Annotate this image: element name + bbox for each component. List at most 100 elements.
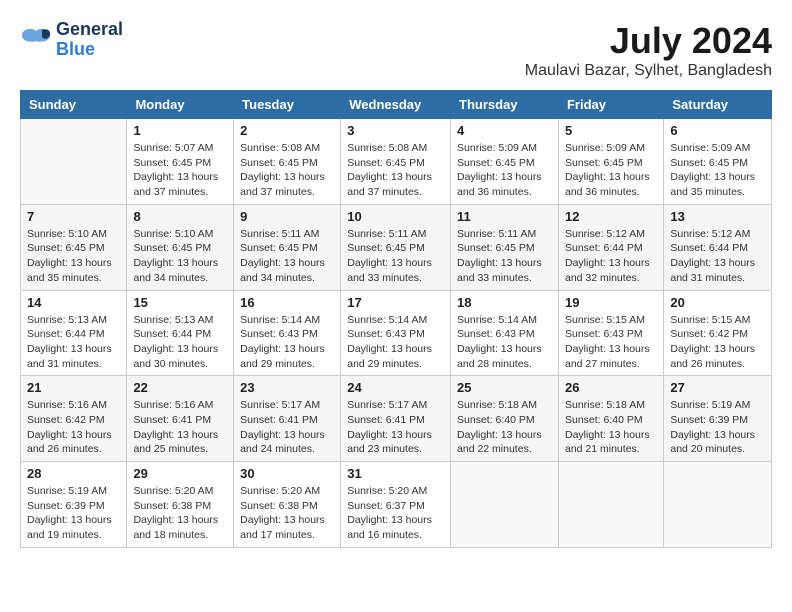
day-number: 31	[347, 466, 444, 481]
day-info: Sunrise: 5:18 AM Sunset: 6:40 PM Dayligh…	[565, 398, 657, 457]
calendar-cell: 13 Sunrise: 5:12 AM Sunset: 6:44 PM Dayli…	[664, 204, 772, 290]
calendar-cell: 29Sunrise: 5:20 AM Sunset: 6:38 PM Dayli…	[127, 462, 234, 548]
day-info: Sunrise: 5:09 AM Sunset: 6:45 PM Dayligh…	[457, 141, 552, 200]
day-info: Sunrise: 5:09 AM Sunset: 6:45 PM Dayligh…	[565, 141, 657, 200]
day-number: 7	[27, 209, 120, 224]
day-header-thursday: Thursday	[451, 91, 559, 119]
day-number: 17	[347, 295, 444, 310]
calendar-cell: 12Sunrise: 5:12 AM Sunset: 6:44 PM Dayli…	[558, 204, 663, 290]
calendar-table: SundayMondayTuesdayWednesdayThursdayFrid…	[20, 90, 772, 548]
week-row-4: 21Sunrise: 5:16 AM Sunset: 6:42 PM Dayli…	[21, 376, 772, 462]
day-info: Sunrise: 5:11 AM Sunset: 6:45 PM Dayligh…	[457, 227, 552, 286]
day-info: Sunrise: 5:13 AM Sunset: 6:44 PM Dayligh…	[133, 313, 227, 372]
day-number: 23	[240, 380, 334, 395]
day-info: Sunrise: 5:15 AM Sunset: 6:43 PM Dayligh…	[565, 313, 657, 372]
calendar-cell: 2 Sunrise: 5:08 AM Sunset: 6:45 PM Daylig…	[234, 119, 341, 205]
day-info: Sunrise: 5:11 AM Sunset: 6:45 PM Dayligh…	[347, 227, 444, 286]
week-row-3: 14 Sunrise: 5:13 AM Sunset: 6:44 PM Dayli…	[21, 290, 772, 376]
day-number: 16	[240, 295, 334, 310]
day-header-friday: Friday	[558, 91, 663, 119]
header: General Blue July 2024 Maulavi Bazar, Sy…	[20, 20, 772, 80]
location: Maulavi Bazar, Sylhet, Bangladesh	[525, 62, 772, 80]
logo-general: General	[56, 19, 123, 39]
month-year: July 2024	[525, 20, 772, 62]
calendar-cell: 4 Sunrise: 5:09 AM Sunset: 6:45 PM Daylig…	[451, 119, 559, 205]
calendar-cell: 28 Sunrise: 5:19 AM Sunset: 6:39 PM Dayli…	[21, 462, 127, 548]
calendar-cell: 17 Sunrise: 5:14 AM Sunset: 6:43 PM Dayli…	[341, 290, 451, 376]
day-info: Sunrise: 5:17 AM Sunset: 6:41 PM Dayligh…	[347, 398, 444, 457]
day-info: Sunrise: 5:13 AM Sunset: 6:44 PM Dayligh…	[27, 313, 120, 372]
day-info: Sunrise: 5:16 AM Sunset: 6:42 PM Dayligh…	[27, 398, 120, 457]
day-number: 28	[27, 466, 120, 481]
day-number: 11	[457, 209, 552, 224]
day-header-saturday: Saturday	[664, 91, 772, 119]
day-number: 20	[670, 295, 765, 310]
day-info: Sunrise: 5:14 AM Sunset: 6:43 PM Dayligh…	[240, 313, 334, 372]
day-info: Sunrise: 5:10 AM Sunset: 6:45 PM Dayligh…	[133, 227, 227, 286]
week-row-5: 28 Sunrise: 5:19 AM Sunset: 6:39 PM Dayli…	[21, 462, 772, 548]
day-number: 3	[347, 123, 444, 138]
day-info: Sunrise: 5:20 AM Sunset: 6:38 PM Dayligh…	[240, 484, 334, 543]
day-header-monday: Monday	[127, 91, 234, 119]
calendar-header-row: SundayMondayTuesdayWednesdayThursdayFrid…	[21, 91, 772, 119]
calendar-cell: 26 Sunrise: 5:18 AM Sunset: 6:40 PM Dayli…	[558, 376, 663, 462]
day-info: Sunrise: 5:12 AM Sunset: 6:44 PM Dayligh…	[565, 227, 657, 286]
day-info: Sunrise: 5:16 AM Sunset: 6:41 PM Dayligh…	[133, 398, 227, 457]
calendar-cell	[21, 119, 127, 205]
day-header-sunday: Sunday	[21, 91, 127, 119]
title-section: July 2024 Maulavi Bazar, Sylhet, Banglad…	[525, 20, 772, 80]
day-number: 5	[565, 123, 657, 138]
day-number: 19	[565, 295, 657, 310]
calendar-cell: 24Sunrise: 5:17 AM Sunset: 6:41 PM Dayli…	[341, 376, 451, 462]
calendar-cell: 23Sunrise: 5:17 AM Sunset: 6:41 PM Dayli…	[234, 376, 341, 462]
day-info: Sunrise: 5:12 AM Sunset: 6:44 PM Dayligh…	[670, 227, 765, 286]
calendar-cell: 25Sunrise: 5:18 AM Sunset: 6:40 PM Dayli…	[451, 376, 559, 462]
calendar-cell: 21Sunrise: 5:16 AM Sunset: 6:42 PM Dayli…	[21, 376, 127, 462]
week-row-2: 7 Sunrise: 5:10 AM Sunset: 6:45 PM Daylig…	[21, 204, 772, 290]
day-number: 4	[457, 123, 552, 138]
day-header-tuesday: Tuesday	[234, 91, 341, 119]
calendar-cell: 16 Sunrise: 5:14 AM Sunset: 6:43 PM Dayli…	[234, 290, 341, 376]
calendar-cell: 10Sunrise: 5:11 AM Sunset: 6:45 PM Dayli…	[341, 204, 451, 290]
day-info: Sunrise: 5:19 AM Sunset: 6:39 PM Dayligh…	[670, 398, 765, 457]
day-info: Sunrise: 5:09 AM Sunset: 6:45 PM Dayligh…	[670, 141, 765, 200]
day-info: Sunrise: 5:08 AM Sunset: 6:45 PM Dayligh…	[240, 141, 334, 200]
calendar-cell: 18 Sunrise: 5:14 AM Sunset: 6:43 PM Dayli…	[451, 290, 559, 376]
day-number: 26	[565, 380, 657, 395]
day-number: 14	[27, 295, 120, 310]
day-number: 18	[457, 295, 552, 310]
day-info: Sunrise: 5:15 AM Sunset: 6:42 PM Dayligh…	[670, 313, 765, 372]
day-info: Sunrise: 5:10 AM Sunset: 6:45 PM Dayligh…	[27, 227, 120, 286]
day-info: Sunrise: 5:20 AM Sunset: 6:37 PM Dayligh…	[347, 484, 444, 543]
day-info: Sunrise: 5:20 AM Sunset: 6:38 PM Dayligh…	[133, 484, 227, 543]
day-number: 15	[133, 295, 227, 310]
calendar-cell: 19 Sunrise: 5:15 AM Sunset: 6:43 PM Dayli…	[558, 290, 663, 376]
calendar-cell: 31 Sunrise: 5:20 AM Sunset: 6:37 PM Dayli…	[341, 462, 451, 548]
calendar-cell: 27 Sunrise: 5:19 AM Sunset: 6:39 PM Dayli…	[664, 376, 772, 462]
day-number: 2	[240, 123, 334, 138]
day-number: 8	[133, 209, 227, 224]
calendar-cell: 8 Sunrise: 5:10 AM Sunset: 6:45 PM Daylig…	[127, 204, 234, 290]
day-info: Sunrise: 5:14 AM Sunset: 6:43 PM Dayligh…	[347, 313, 444, 372]
calendar-cell: 22Sunrise: 5:16 AM Sunset: 6:41 PM Dayli…	[127, 376, 234, 462]
calendar-cell	[451, 462, 559, 548]
day-info: Sunrise: 5:07 AM Sunset: 6:45 PM Dayligh…	[133, 141, 227, 200]
calendar-cell: 9 Sunrise: 5:11 AM Sunset: 6:45 PM Daylig…	[234, 204, 341, 290]
day-info: Sunrise: 5:19 AM Sunset: 6:39 PM Dayligh…	[27, 484, 120, 543]
calendar-cell: 1Sunrise: 5:07 AM Sunset: 6:45 PM Daylig…	[127, 119, 234, 205]
calendar-cell: 30Sunrise: 5:20 AM Sunset: 6:38 PM Dayli…	[234, 462, 341, 548]
day-number: 27	[670, 380, 765, 395]
day-number: 9	[240, 209, 334, 224]
day-info: Sunrise: 5:14 AM Sunset: 6:43 PM Dayligh…	[457, 313, 552, 372]
day-number: 25	[457, 380, 552, 395]
calendar-cell: 15 Sunrise: 5:13 AM Sunset: 6:44 PM Dayli…	[127, 290, 234, 376]
calendar-cell	[558, 462, 663, 548]
day-info: Sunrise: 5:08 AM Sunset: 6:45 PM Dayligh…	[347, 141, 444, 200]
calendar-cell: 6Sunrise: 5:09 AM Sunset: 6:45 PM Daylig…	[664, 119, 772, 205]
day-number: 13	[670, 209, 765, 224]
calendar-cell: 3 Sunrise: 5:08 AM Sunset: 6:45 PM Daylig…	[341, 119, 451, 205]
calendar-cell: 7 Sunrise: 5:10 AM Sunset: 6:45 PM Daylig…	[21, 204, 127, 290]
day-info: Sunrise: 5:11 AM Sunset: 6:45 PM Dayligh…	[240, 227, 334, 286]
logo: General Blue	[20, 20, 123, 60]
calendar-cell	[664, 462, 772, 548]
